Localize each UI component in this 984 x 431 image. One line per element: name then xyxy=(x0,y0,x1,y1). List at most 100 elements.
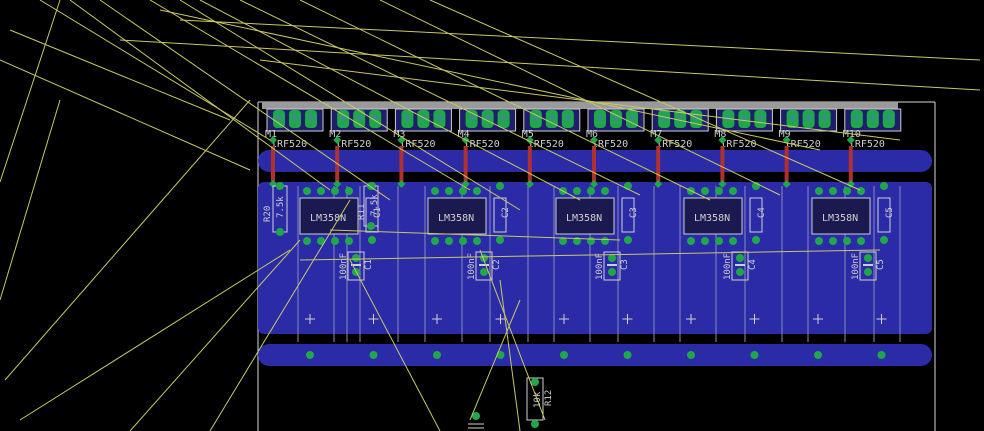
rail-pad xyxy=(623,351,632,359)
r12-ref-label: R12 xyxy=(544,390,554,406)
opamp-value-label: LM358N xyxy=(822,213,858,224)
rail-pad xyxy=(750,351,759,359)
opamp-pin xyxy=(345,187,353,195)
cap-pad xyxy=(864,254,872,262)
pad-drill xyxy=(404,115,411,121)
pad-drill xyxy=(629,115,635,121)
opamp-pin xyxy=(303,187,311,195)
opamp-pin xyxy=(843,187,851,195)
cap-value-label: 100nF xyxy=(595,253,605,280)
rail-pad xyxy=(560,351,568,359)
pad-drill xyxy=(869,115,876,121)
pad-drill xyxy=(789,115,796,121)
mosfet-value-label: IRF520 xyxy=(335,139,371,150)
rail-pad xyxy=(814,351,822,359)
pad-drill xyxy=(853,115,860,121)
opamp-pin xyxy=(729,187,737,195)
rail-pad xyxy=(306,351,314,359)
side-cap-ref-label: C3 xyxy=(629,207,639,218)
cap-ref-label: C5 xyxy=(876,259,886,270)
pad-drill xyxy=(821,115,828,121)
pcb-board-canvas[interactable]: M1IRF520M2IRF520M3IRF520M4IRF520M5IRF520… xyxy=(0,0,984,431)
opamp-pin xyxy=(715,187,723,195)
opamp-pin xyxy=(601,237,609,245)
mosfet-value-label: IRF520 xyxy=(720,139,756,150)
gate-trace xyxy=(720,146,725,184)
pad-drill xyxy=(597,115,603,121)
cap-ref-label: C2 xyxy=(492,259,502,270)
opamp-pin xyxy=(701,187,709,195)
pad-drill xyxy=(292,115,298,121)
gate-trace xyxy=(592,146,596,184)
opamp-pin xyxy=(431,187,439,195)
opamp-pin xyxy=(445,187,453,195)
gate-trace xyxy=(784,146,789,184)
side-cap-pad xyxy=(368,236,376,244)
side-cap-pad xyxy=(624,236,632,244)
side-cap-ref-label: C5 xyxy=(885,207,895,218)
cap-value-label: 100nF xyxy=(723,253,733,280)
cap-ref-label: C4 xyxy=(748,259,758,270)
pad-drill xyxy=(661,115,668,121)
mosfet-value-label: IRF520 xyxy=(271,139,307,150)
opamp-pin xyxy=(829,187,837,195)
opamp-pin xyxy=(715,237,723,245)
pad-drill xyxy=(757,115,764,121)
gate-trace xyxy=(463,146,468,184)
r20-ref-label: R20 xyxy=(263,206,273,222)
r11-ref-label: R11 xyxy=(357,204,367,220)
side-cap-pad xyxy=(880,236,888,244)
pad-drill xyxy=(276,115,282,121)
gate-trace xyxy=(848,146,853,184)
side-cap-ref-label: C4 xyxy=(757,207,767,218)
opamp-pin xyxy=(815,187,823,195)
rail-pad xyxy=(496,351,505,359)
r20-value-label: 7.5k xyxy=(276,196,286,218)
pad-drill xyxy=(564,115,571,121)
cap-pad xyxy=(736,268,744,276)
rail-pad xyxy=(877,351,886,359)
opamp-pin xyxy=(459,187,467,195)
opamp-pin xyxy=(701,237,709,245)
gate-trace xyxy=(271,146,275,184)
rail-pad xyxy=(433,351,441,359)
mosfet-value-label: IRF520 xyxy=(592,139,628,150)
cap-pad xyxy=(736,254,744,262)
side-cap-pad xyxy=(496,182,504,190)
gate-trace xyxy=(399,146,404,184)
opamp-pin xyxy=(303,237,311,245)
cap-ref-label: C3 xyxy=(620,259,630,270)
r11-value-label: 7.5k xyxy=(370,194,380,216)
mosfet-value-label: IRF520 xyxy=(399,139,435,150)
cap-value-label: 100nF xyxy=(339,253,349,280)
cap-pad xyxy=(352,254,360,262)
opamp-value-label: LM358N xyxy=(438,213,474,224)
opamp-pin xyxy=(687,237,695,245)
mosfet-value-label: IRF520 xyxy=(528,139,564,150)
pad-drill xyxy=(500,115,507,121)
heatsink-bar xyxy=(262,102,898,109)
rail-pad xyxy=(687,351,695,359)
opamp-pin xyxy=(317,187,325,195)
cap-pad xyxy=(480,268,488,276)
pad-drill xyxy=(805,115,812,121)
opamp-pin xyxy=(345,237,353,245)
mosfet-heatsink-strip xyxy=(262,102,898,109)
opamp-pin xyxy=(843,237,851,245)
opamp-pin xyxy=(331,187,339,195)
cap-value-label: 100nF xyxy=(851,253,861,280)
rail-pad xyxy=(369,351,378,359)
opamp-pin xyxy=(587,187,595,195)
gate-trace xyxy=(527,146,532,184)
pad-drill xyxy=(436,115,443,121)
side-cap-pad xyxy=(880,182,888,190)
opamp-pin xyxy=(829,237,837,245)
opamp-pin xyxy=(431,237,439,245)
pad-drill xyxy=(468,115,475,121)
pad-drill xyxy=(885,115,892,121)
opamp-pin xyxy=(473,237,481,245)
opamp-pin xyxy=(729,237,737,245)
cap-pad xyxy=(864,268,872,276)
opamp-value-label: LM358N xyxy=(694,213,730,224)
pad-drill xyxy=(308,115,314,121)
